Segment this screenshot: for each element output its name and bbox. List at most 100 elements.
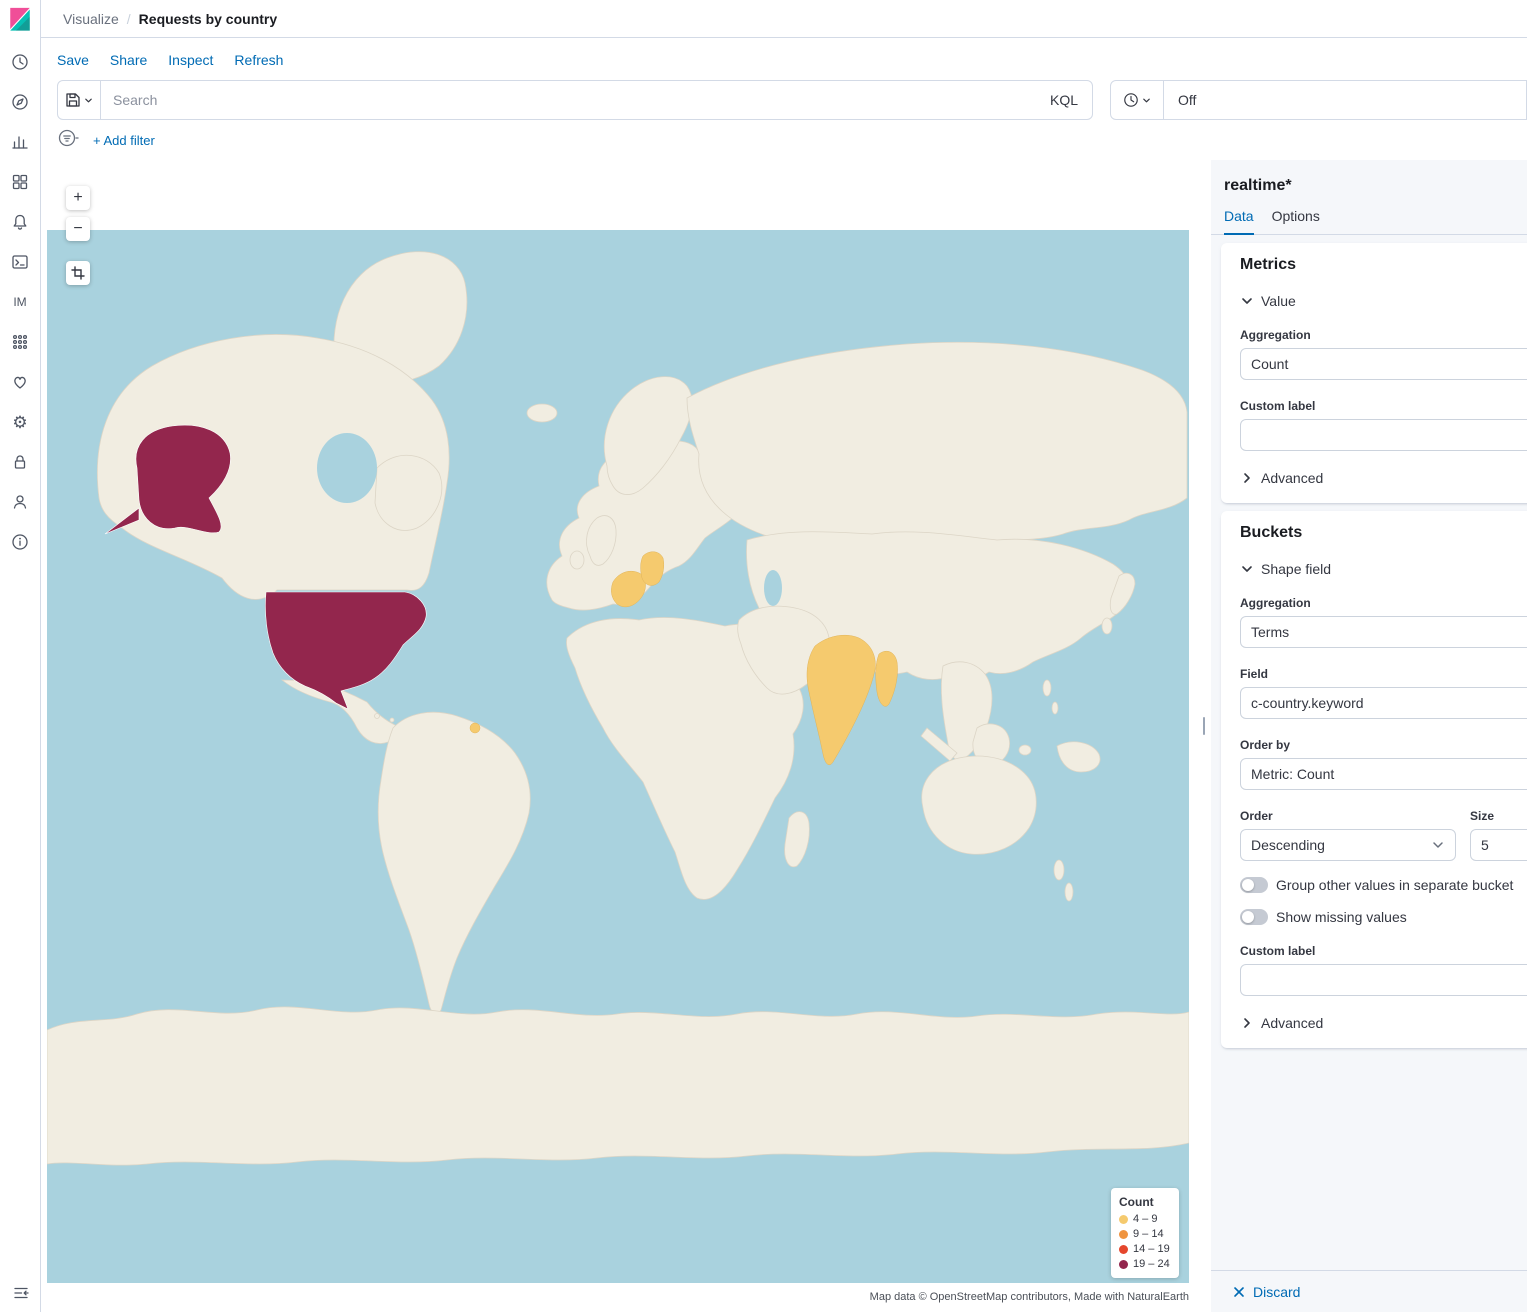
nav-dev-tools[interactable] [11, 253, 29, 271]
metrics-title: Metrics [1240, 256, 1297, 273]
field-label: Field [1240, 667, 1269, 681]
save-button[interactable]: Save [57, 52, 89, 68]
zoom-in-button[interactable]: + [66, 186, 90, 210]
legend-item: 19 – 24 [1119, 1258, 1171, 1270]
info-icon [12, 534, 28, 550]
index-pattern-title: realtime* [1224, 177, 1292, 194]
map-legend: Count 4 – 9 9 – 14 14 – 19 19 – 24 [1111, 1188, 1179, 1278]
bucket-custom-label-field[interactable] [1240, 964, 1527, 996]
bell-icon [13, 214, 27, 230]
show-missing-switch[interactable] [1240, 909, 1268, 925]
field-combobox[interactable]: c-country.keyword [1240, 687, 1527, 719]
nav-alerts[interactable] [11, 213, 29, 231]
gear-icon: ⚙ [12, 412, 28, 432]
show-missing-toggle-row: Show missing values [1240, 909, 1527, 925]
panel-resizer[interactable] [1197, 168, 1210, 1283]
tab-data[interactable]: Data [1224, 208, 1254, 235]
quick-select-button[interactable] [1111, 81, 1164, 119]
group-other-label: Group other values in separate bucket [1276, 877, 1514, 893]
metrics-card: Metrics Value Aggregation Count Custom l… [1221, 243, 1527, 503]
inspect-button[interactable]: Inspect [168, 52, 213, 68]
nav-im[interactable]: IM [11, 293, 29, 311]
nav-apps[interactable] [11, 333, 29, 351]
legend-item: 9 – 14 [1119, 1228, 1171, 1240]
share-button[interactable]: Share [110, 52, 147, 68]
bucket-advanced-label: Advanced [1261, 1015, 1324, 1031]
bucket-custom-label-input[interactable] [1251, 972, 1527, 988]
metric-aggregation-select[interactable]: Count [1240, 348, 1527, 380]
legend-color-dot [1119, 1229, 1128, 1239]
tab-options[interactable]: Options [1272, 208, 1320, 234]
legend-item: 4 – 9 [1119, 1213, 1171, 1225]
nav-security[interactable] [11, 453, 29, 471]
clock-icon [1124, 93, 1138, 107]
metric-custom-label-input[interactable] [1251, 427, 1527, 443]
saved-query-menu-button[interactable] [58, 81, 101, 119]
region-map[interactable]: + − Count 4 – 9 9 – 14 14 – 19 19 – 24 [47, 168, 1189, 1283]
dashboard-icon [12, 174, 28, 190]
add-filter-button[interactable]: + Add filter [93, 133, 155, 148]
discard-label: Discard [1253, 1283, 1301, 1300]
resizer-handle-icon [1202, 716, 1205, 735]
zoom-out-button[interactable]: − [66, 217, 90, 241]
custom-label-label: Custom label [1240, 399, 1316, 413]
lock-icon [14, 455, 26, 469]
nav-collapse[interactable] [12, 1284, 30, 1302]
page-title: Requests by country [138, 10, 278, 27]
kibana-visualize-app: IM ⚙ Visualize / Requests by country Sav… [0, 0, 1527, 1312]
nav-visualize[interactable] [11, 133, 29, 151]
bucket-advanced-accordion[interactable]: Advanced [1240, 1015, 1527, 1031]
filter-options-button[interactable] [57, 127, 79, 154]
bucket-aggregation-select[interactable]: Terms [1240, 616, 1527, 648]
nav-users[interactable] [11, 493, 29, 511]
legend-color-dot [1119, 1259, 1128, 1269]
kibana-logo[interactable] [0, 0, 40, 40]
kql-language-button[interactable]: KQL [1036, 92, 1092, 108]
switch-knob [1242, 911, 1254, 923]
chevron-right-icon [1244, 1018, 1250, 1028]
chevron-down-icon [1242, 566, 1252, 572]
refresh-button[interactable]: Refresh [234, 52, 283, 68]
show-missing-label: Show missing values [1276, 909, 1407, 925]
bucket-aggregation-label: Aggregation [1240, 596, 1311, 610]
nav-uptime[interactable] [11, 373, 29, 391]
switch-knob [1242, 879, 1254, 891]
filter-icon [58, 129, 79, 146]
legend-item: 14 – 19 [1119, 1243, 1171, 1255]
size-field [1470, 829, 1527, 861]
metric-value-label: Value [1261, 293, 1296, 309]
bucket-custom-label-label: Custom label [1240, 944, 1316, 958]
fit-to-data-button[interactable] [66, 261, 90, 285]
map-controls: + − [66, 186, 90, 285]
refresh-interval-state[interactable]: Off [1178, 92, 1196, 108]
chevron-down-icon [1242, 298, 1252, 304]
world-map-canvas[interactable] [47, 168, 1189, 1283]
size-label: Size [1470, 809, 1495, 823]
shape-field-accordion[interactable]: Shape field [1240, 561, 1527, 577]
legend-range-label: 9 – 14 [1133, 1228, 1164, 1240]
country-alaska[interactable] [135, 424, 231, 534]
breadcrumb-visualize[interactable]: Visualize [63, 11, 119, 27]
query-row: KQL Off [41, 80, 1527, 120]
order-select[interactable]: Descending [1240, 829, 1456, 861]
map-attribution: Map data © OpenStreetMap contributors, M… [869, 1291, 1189, 1303]
country-suriname[interactable] [469, 722, 481, 734]
close-icon [1234, 1286, 1244, 1297]
size-input[interactable] [1481, 837, 1527, 853]
nav-recently-viewed[interactable] [11, 53, 29, 71]
metric-value-accordion[interactable]: Value [1240, 293, 1527, 309]
search-input[interactable] [101, 81, 1036, 119]
metric-custom-label-field[interactable] [1240, 419, 1527, 451]
order-by-select[interactable]: Metric: Count [1240, 758, 1527, 790]
discard-button[interactable]: Discard [1211, 1270, 1527, 1312]
bar-chart-icon [12, 136, 28, 149]
nav-management[interactable]: ⚙ [11, 413, 29, 431]
nav-info[interactable] [11, 533, 29, 551]
nav-dashboard[interactable] [11, 173, 29, 191]
order-value: Descending [1251, 837, 1325, 853]
metric-advanced-accordion[interactable]: Advanced [1240, 470, 1527, 486]
legend-range-label: 19 – 24 [1133, 1258, 1170, 1270]
group-other-switch[interactable] [1240, 877, 1268, 893]
nav-discover[interactable] [11, 93, 29, 111]
crop-icon [71, 266, 85, 280]
